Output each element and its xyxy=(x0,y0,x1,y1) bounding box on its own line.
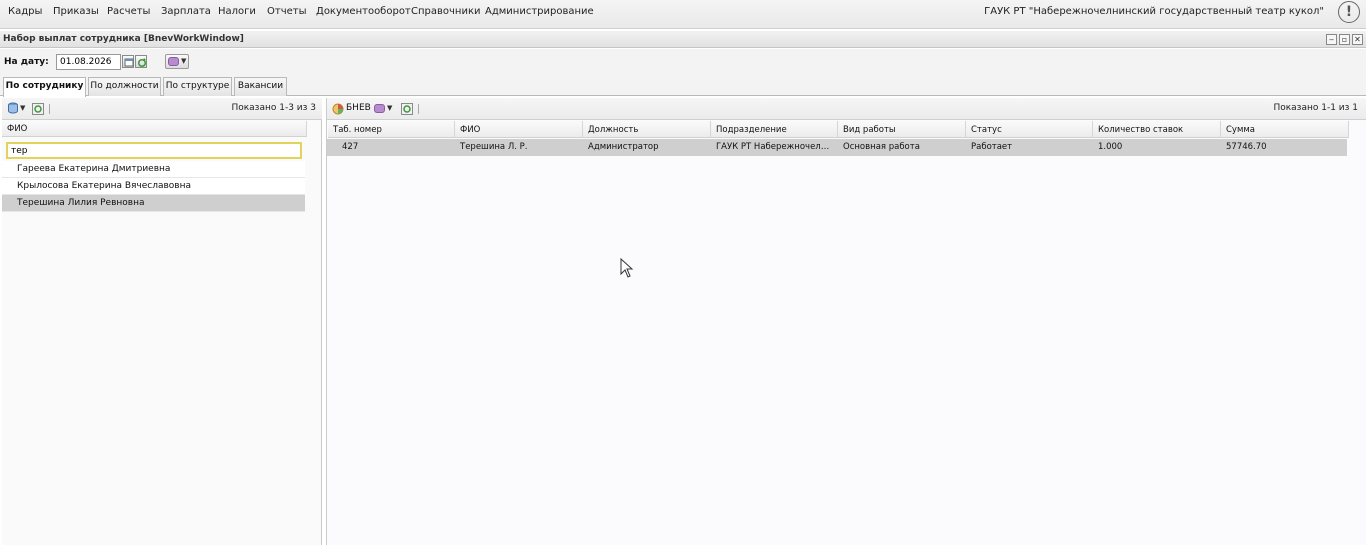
column-header-rate-count[interactable]: Количество ставок xyxy=(1093,121,1221,138)
cell-rate-count: 1.000 xyxy=(1098,142,1123,152)
list-item[interactable]: Крылосова Екатерина Вячеславовна xyxy=(2,178,305,195)
cell-fio: Терешина Л. Р. xyxy=(460,142,528,152)
bnev-icon xyxy=(332,103,344,115)
date-label: На дату: xyxy=(4,57,49,67)
tab-po-dolzhnosti[interactable]: По должности xyxy=(88,77,161,96)
column-header-status[interactable]: Статус xyxy=(966,121,1093,138)
cell-position: Администратор xyxy=(588,142,659,152)
right-shown-count: Показано 1-1 из 1 xyxy=(1273,103,1358,113)
add-dropdown-button[interactable]: ▼ xyxy=(6,101,28,116)
employee-list-panel: ▼ Показано 1-3 из 3 ФИО Гареева Екатерин… xyxy=(2,98,322,545)
purple-action-icon xyxy=(168,57,179,66)
calendar-icon[interactable] xyxy=(122,55,134,68)
refresh-icon[interactable] xyxy=(401,103,413,115)
menu-item-prikazy[interactable]: Приказы xyxy=(53,6,99,17)
tab-po-sotrudniku[interactable]: По сотруднику xyxy=(3,77,86,97)
menu-item-kadry[interactable]: Кадры xyxy=(8,6,42,17)
cell-tab-number: 427 xyxy=(342,142,359,152)
chevron-down-icon: ▼ xyxy=(20,104,26,112)
tab-vakansii[interactable]: Вакансии xyxy=(234,77,287,96)
list-item[interactable]: Гареева Екатерина Дмитриевна xyxy=(2,161,305,178)
toolbar-separator xyxy=(49,104,50,114)
cell-status: Работает xyxy=(971,142,1013,152)
fio-column-header[interactable]: ФИО xyxy=(2,121,307,137)
window-title-bar: Набор выплат сотрудника [BnevWorkWindow]… xyxy=(0,31,1366,48)
column-header-department[interactable]: Подразделение xyxy=(711,121,838,138)
tab-strip: По сотруднику По должности По структуре … xyxy=(0,76,1366,97)
chevron-down-icon: ▼ xyxy=(181,57,187,65)
menu-item-nalogi[interactable]: Налоги xyxy=(218,6,256,17)
menu-item-zarplata[interactable]: Зарплата xyxy=(161,6,211,17)
close-button[interactable]: ✕ xyxy=(1352,34,1363,45)
menu-item-administrirovanie[interactable]: Администрирование xyxy=(485,6,594,17)
menu-item-raschety[interactable]: Расчеты xyxy=(107,6,150,17)
actions-dropdown-button[interactable]: ▼ xyxy=(165,54,189,69)
refresh-icon[interactable] xyxy=(32,103,44,115)
organization-name: ГАУК РТ "Набережночелнинский государстве… xyxy=(984,6,1324,17)
date-input[interactable] xyxy=(56,54,121,70)
tab-po-strukture[interactable]: По структуре xyxy=(163,77,232,96)
cell-work-type: Основная работа xyxy=(843,142,920,152)
list-item-selected[interactable]: Терешина Лилия Ревновна xyxy=(2,195,305,212)
column-header-sum[interactable]: Сумма xyxy=(1221,121,1349,138)
minimize-button[interactable]: ‒ xyxy=(1326,34,1337,45)
database-icon xyxy=(8,102,18,114)
mouse-cursor-icon xyxy=(620,258,634,278)
chevron-down-icon: ▼ xyxy=(387,104,393,112)
fio-filter-input[interactable] xyxy=(6,142,302,159)
restore-button[interactable]: ▫ xyxy=(1339,34,1350,45)
right-toolbar: БНЕВ ▼ Показано 1-1 из 1 xyxy=(327,98,1366,120)
cell-department: ГАУК РТ Набережночелнин… xyxy=(716,142,838,152)
column-header-fio[interactable]: ФИО xyxy=(455,121,583,138)
cell-sum: 57746.70 xyxy=(1226,142,1267,152)
window-title: Набор выплат сотрудника [BnevWorkWindow] xyxy=(3,34,244,44)
date-filter-row: На дату: ▼ xyxy=(0,49,1366,76)
refresh-date-icon[interactable] xyxy=(135,55,147,68)
menu-item-spravochniki[interactable]: Справочники xyxy=(411,6,481,17)
main-menu-bar: Кадры Приказы Расчеты Зарплата Налоги От… xyxy=(0,0,1366,29)
column-header-position[interactable]: Должность xyxy=(583,121,711,138)
menu-item-dokumentooborot[interactable]: Документооборот xyxy=(316,6,411,17)
payments-panel: БНЕВ ▼ Показано 1-1 из 1 Таб. номер ФИО … xyxy=(326,98,1366,545)
left-toolbar: ▼ Показано 1-3 из 3 xyxy=(2,98,322,120)
table-row[interactable]: 427 Терешина Л. Р. Администратор ГАУК РТ… xyxy=(327,139,1347,156)
bnev-button[interactable]: БНЕВ xyxy=(346,103,371,113)
purple-action-icon xyxy=(374,104,385,113)
column-header-tab-number[interactable]: Таб. номер xyxy=(328,121,455,138)
menu-item-otchety[interactable]: Отчеты xyxy=(267,6,306,17)
right-actions-dropdown[interactable]: ▼ xyxy=(372,101,394,116)
alert-icon[interactable]: ! xyxy=(1338,1,1360,23)
column-header-work-type[interactable]: Вид работы xyxy=(838,121,966,138)
toolbar-separator xyxy=(418,104,419,114)
left-shown-count: Показано 1-3 из 3 xyxy=(231,103,316,113)
